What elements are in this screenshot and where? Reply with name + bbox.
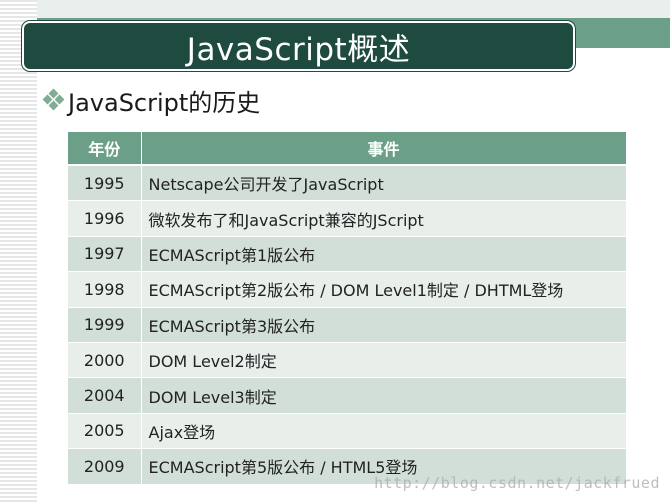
table-row: 1998 ECMAScript第2版公布 / DOM Level1制定 / DH…	[68, 271, 627, 308]
history-table: 年份 事件 1995 Netscape公司开发了JavaScript 1996 …	[68, 132, 627, 485]
event-cell: ECMAScript第3版公布	[141, 307, 627, 343]
year-cell: 1998	[68, 271, 142, 308]
table-row: 1995 Netscape公司开发了JavaScript	[68, 165, 627, 202]
year-cell: 2000	[68, 342, 142, 379]
event-cell: DOM Level2制定	[141, 342, 627, 379]
table-row: 2000 DOM Level2制定	[68, 342, 627, 379]
diamond-bullet-icon	[42, 88, 65, 111]
year-cell: 2004	[68, 377, 142, 414]
year-cell: 2005	[68, 413, 142, 450]
left-stripe-decoration	[0, 0, 37, 504]
event-cell: ECMAScript第2版公布 / DOM Level1制定 / DHTML登场	[141, 271, 627, 308]
event-cell: DOM Level3制定	[141, 377, 627, 414]
header-year: 年份	[68, 132, 142, 166]
table-row: 1999 ECMAScript第3版公布	[68, 307, 627, 343]
subtitle-line: JavaScript的历史	[42, 84, 261, 117]
slide-title-bar: JavaScript概述	[22, 21, 575, 71]
event-cell: Ajax登场	[141, 413, 627, 450]
subtitle-text: JavaScript的历史	[68, 88, 261, 117]
top-band-highlight	[37, 0, 670, 18]
watermark-url: http://blog.csdn.net/jackfrued	[374, 474, 660, 492]
table-row: 2005 Ajax登场	[68, 413, 627, 450]
header-event: 事件	[141, 132, 627, 166]
slide-title: JavaScript概述	[186, 31, 411, 68]
table-header-row: 年份 事件	[68, 132, 627, 166]
year-cell: 1999	[68, 307, 142, 343]
year-cell: 2009	[68, 448, 142, 485]
year-cell: 1997	[68, 236, 142, 273]
year-cell: 1995	[68, 165, 142, 202]
table-row: 1996 微软发布了和JavaScript兼容的JScript	[68, 200, 627, 237]
year-cell: 1996	[68, 200, 142, 237]
table-row: 1997 ECMAScript第1版公布	[68, 236, 627, 273]
event-cell: ECMAScript第1版公布	[141, 236, 627, 273]
event-cell: Netscape公司开发了JavaScript	[141, 165, 627, 202]
event-cell: 微软发布了和JavaScript兼容的JScript	[141, 200, 627, 237]
table-row: 2004 DOM Level3制定	[68, 377, 627, 414]
